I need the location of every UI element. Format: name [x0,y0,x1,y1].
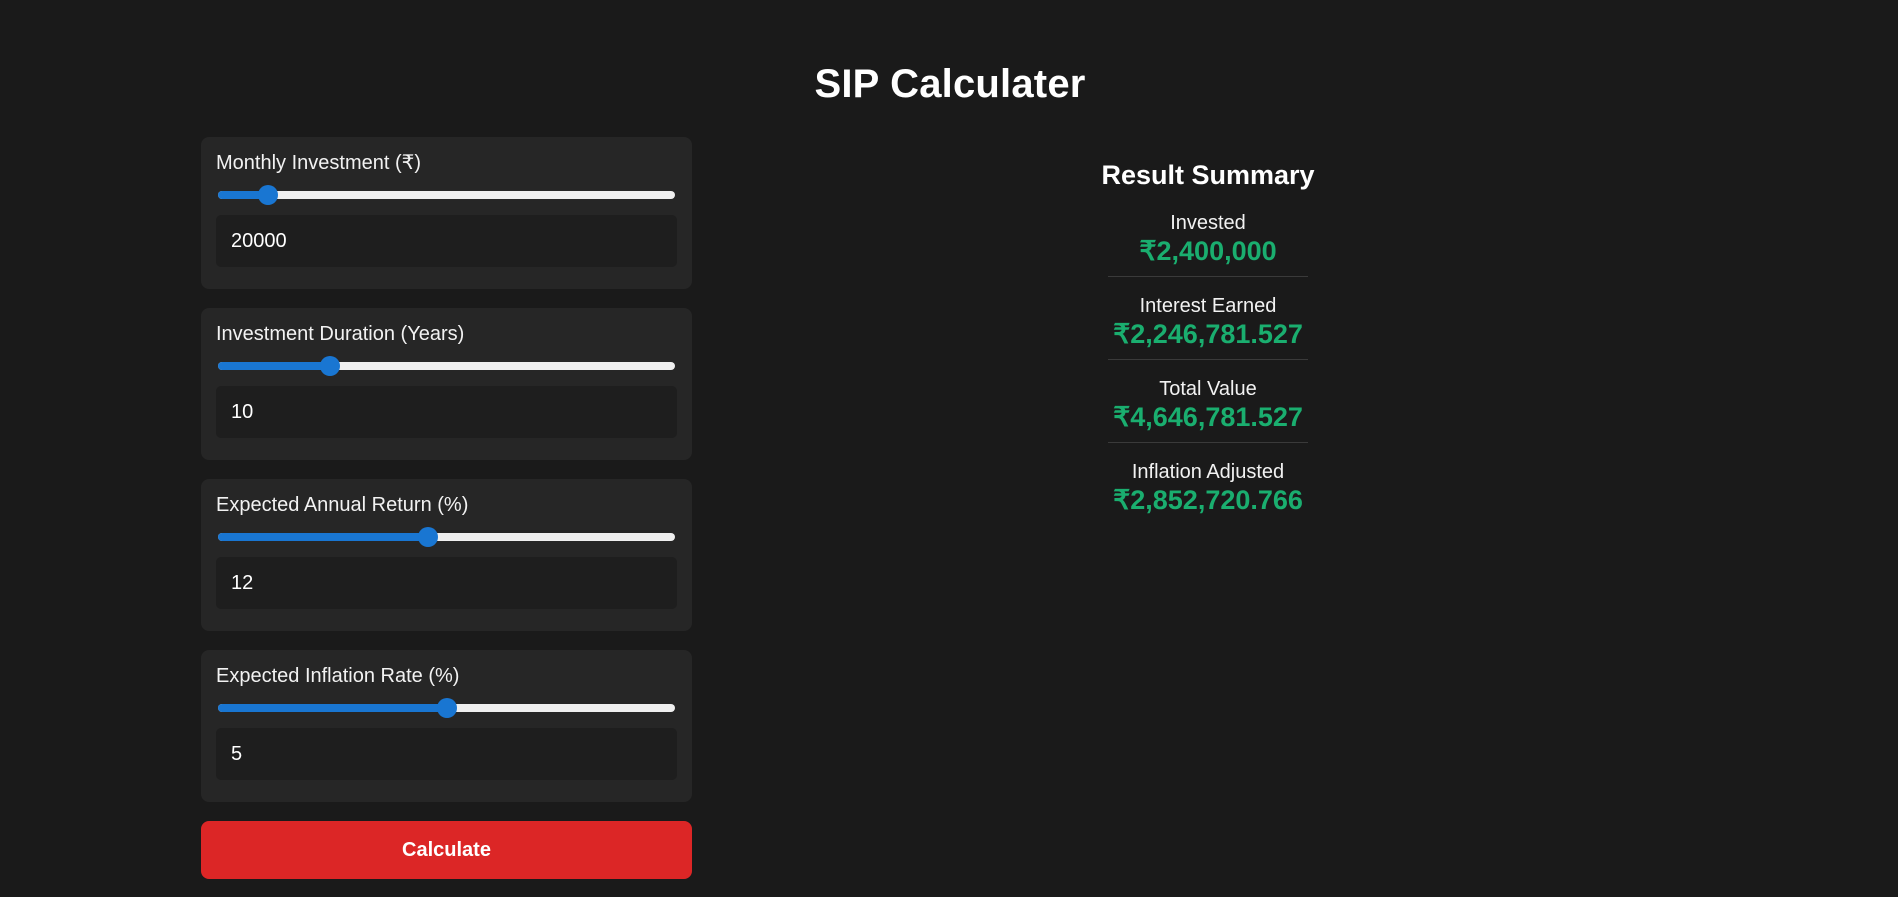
slider-thumb[interactable] [258,185,279,205]
result-summary: Result Summary Invested ₹2,400,000 Inter… [1090,160,1326,542]
monthly-investment-label: Monthly Investment (₹) [216,152,422,174]
inflation-adjusted-value: ₹2,852,720.766 [1113,485,1303,515]
monthly-investment-slider[interactable] [218,185,675,205]
slider-thumb[interactable] [436,698,457,718]
total-value-value: ₹4,646,781.527 [1113,402,1303,432]
inflation-adjusted-label: Inflation Adjusted [1131,461,1285,483]
sip-calculator-page: SIP Calculater Monthly Investment (₹) In… [0,0,1898,897]
inflation-rate-card: Expected Inflation Rate (%) [201,650,692,802]
slider-thumb[interactable] [319,356,340,376]
interest-earned-value: ₹2,246,781.527 [1113,319,1303,349]
monthly-investment-card: Monthly Investment (₹) [201,137,692,289]
interest-earned-summary-item: Interest Earned ₹2,246,781.527 [1108,294,1308,360]
investment-duration-input[interactable] [216,386,677,438]
invested-label: Invested [1170,212,1246,234]
annual-return-label: Expected Annual Return (%) [216,494,469,516]
monthly-investment-input[interactable] [216,215,677,267]
inflation-rate-input[interactable] [216,728,677,780]
investment-duration-slider[interactable] [218,356,675,376]
slider-fill [218,704,447,712]
invested-summary-item: Invested ₹2,400,000 [1108,211,1308,277]
page-title: SIP Calculater [814,62,1086,106]
interest-earned-label: Interest Earned [1139,295,1277,317]
inflation-adjusted-summary-item: Inflation Adjusted ₹2,852,720.766 [1108,460,1308,525]
investment-duration-card: Investment Duration (Years) [201,308,692,460]
invested-value: ₹2,400,000 [1139,236,1277,266]
slider-fill [218,362,330,370]
slider-thumb[interactable] [418,527,439,547]
slider-fill [218,533,429,541]
input-panel: Monthly Investment (₹) Investment Durati… [201,137,692,879]
annual-return-input[interactable] [216,557,677,609]
total-value-summary-item: Total Value ₹4,646,781.527 [1108,377,1308,443]
investment-duration-label: Investment Duration (Years) [216,323,465,345]
calculate-button[interactable]: Calculate [201,821,692,879]
inflation-rate-slider[interactable] [218,698,675,718]
result-summary-title: Result Summary [1101,160,1315,190]
slider-track [218,191,675,199]
annual-return-card: Expected Annual Return (%) [201,479,692,631]
annual-return-slider[interactable] [218,527,675,547]
total-value-label: Total Value [1159,378,1257,400]
inflation-rate-label: Expected Inflation Rate (%) [216,665,460,687]
